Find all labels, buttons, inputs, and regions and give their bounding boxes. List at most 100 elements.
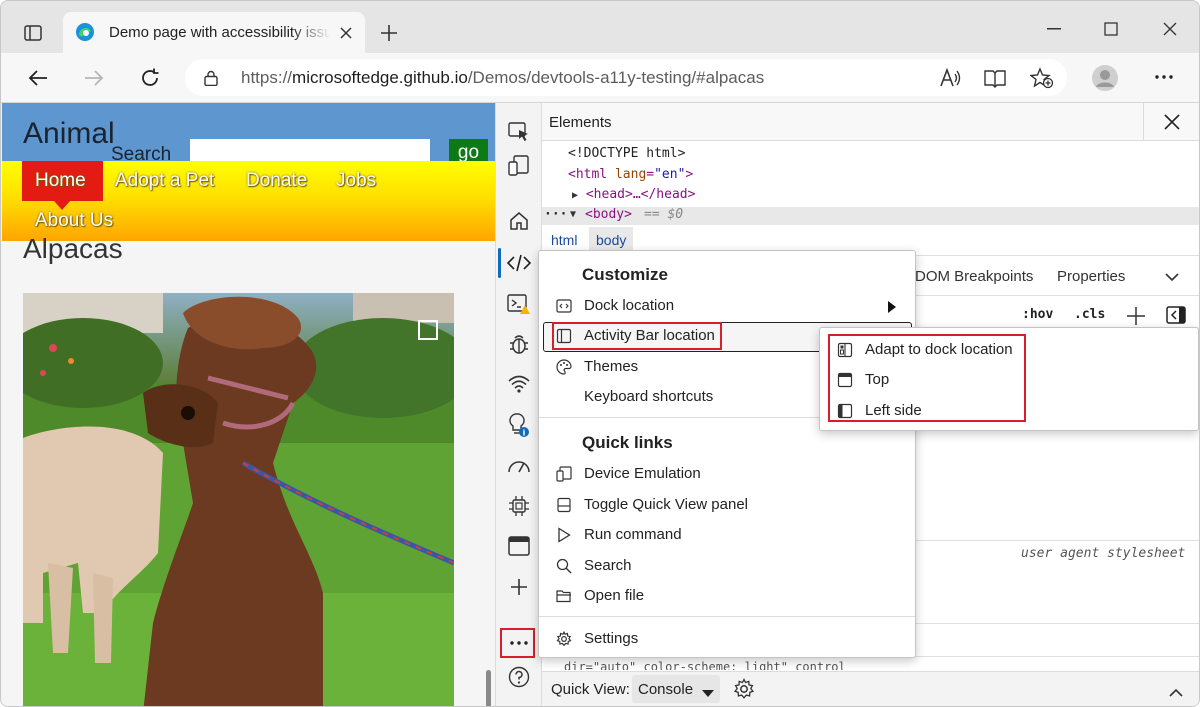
maximize-icon[interactable] [1097, 15, 1125, 43]
profile-avatar-icon[interactable] [1089, 62, 1121, 94]
menu-item-open-file[interactable]: Open file [539, 582, 915, 610]
search-input[interactable] [190, 139, 430, 161]
themes-palette-icon [556, 359, 572, 375]
nav-adopt-a-pet[interactable]: Adopt a Pet [115, 170, 214, 192]
quick-view-label: Quick View: [551, 681, 630, 698]
back-icon[interactable] [23, 63, 53, 93]
menu-item-label: Settings [584, 630, 639, 647]
application-window-icon[interactable] [504, 531, 534, 561]
browser-window: Demo page with accessibility issues http… [0, 0, 1200, 707]
more-button-highlight [500, 628, 535, 658]
truncated-style-line: dir="auto" color-scheme: light" control [564, 660, 846, 670]
chevron-up-icon[interactable] [1169, 684, 1185, 697]
dom-html[interactable]: <html lang="en"> [568, 167, 693, 182]
dom-doctype[interactable]: <!DOCTYPE html> [568, 146, 685, 161]
browser-tab[interactable]: Demo page with accessibility issues [63, 12, 365, 53]
quick-view-dropdown[interactable]: Console [632, 675, 720, 703]
forward-icon[interactable] [79, 63, 109, 93]
dropdown-arrow-icon [702, 685, 714, 701]
toggle-computed-sidebar-icon[interactable] [1166, 306, 1188, 326]
minimize-icon[interactable] [1040, 15, 1068, 43]
page-heading: Alpacas [23, 233, 123, 264]
url-text: https://microsoftedge.github.io/Demos/de… [241, 68, 765, 87]
hov-button[interactable]: :hov [1022, 307, 1053, 322]
menu-item-dock-location[interactable]: Dock location [539, 292, 915, 320]
edge-logo-icon [75, 22, 95, 42]
settings-and-more-icon[interactable] [1149, 62, 1179, 92]
network-tool-icon[interactable] [504, 369, 534, 399]
tab-properties[interactable]: Properties [1057, 268, 1125, 285]
quick-view-settings-gear-icon[interactable] [733, 678, 755, 700]
customize-menu: Customize Dock location Activity Bar loc… [538, 250, 916, 658]
console-tool-icon[interactable] [504, 289, 534, 319]
device-emulation-icon [556, 466, 572, 482]
menu-item-label: Dock location [584, 297, 675, 314]
svg-text:i: i [523, 429, 526, 438]
menu-item-toggle-quick-view[interactable]: Toggle Quick View panel [539, 491, 915, 519]
alpaca-photo [23, 293, 454, 706]
immersive-reader-icon[interactable] [982, 65, 1008, 91]
welcome-home-icon[interactable] [504, 206, 534, 236]
site-title: Animal [23, 117, 115, 150]
quick-view-value: Console [638, 681, 694, 698]
collapse-triangle-icon[interactable]: ▼ [570, 209, 576, 220]
activity-selected-indicator [498, 248, 501, 278]
menu-item-label: Search [584, 557, 632, 574]
lock-icon[interactable] [201, 68, 221, 88]
navigation-bar: https://microsoftedge.github.io/Demos/de… [1, 53, 1199, 103]
elements-tool-icon[interactable] [504, 248, 534, 278]
sources-bug-icon[interactable] [504, 329, 534, 359]
page-scrollbar-thumb[interactable] [486, 670, 491, 706]
help-icon[interactable] [504, 662, 534, 692]
menu-item-label: Toggle Quick View panel [584, 496, 748, 513]
devtools-header: Elements [542, 103, 1199, 141]
performance-tool-icon[interactable] [504, 451, 534, 481]
menu-item-label: Themes [584, 358, 639, 375]
add-favorite-icon[interactable] [1029, 65, 1055, 91]
expand-triangle-icon[interactable]: ▶ [572, 190, 578, 201]
chevron-down-icon[interactable] [1165, 269, 1181, 285]
quick-view-bar: Quick View: Console [542, 671, 1199, 706]
address-bar[interactable]: https://microsoftedge.github.io/Demos/de… [185, 59, 1067, 96]
issues-lightbulb-icon[interactable]: i [504, 410, 534, 440]
menu-item-settings[interactable]: Settings [539, 625, 915, 653]
tab-dom-breakpoints[interactable]: DOM Breakpoints [915, 268, 1033, 285]
panel-title: Elements [549, 114, 612, 131]
nav-home[interactable]: Home [35, 170, 86, 192]
read-aloud-icon[interactable] [937, 65, 963, 91]
close-window-icon[interactable] [1156, 15, 1184, 43]
dock-location-icon [556, 298, 572, 314]
menu-item-run-command[interactable]: Run command [539, 521, 915, 549]
refresh-icon[interactable] [135, 63, 165, 93]
dom-body-selected[interactable]: ··· ▼ <body> == $0 [542, 207, 1199, 225]
more-tools-plus-icon[interactable] [504, 572, 534, 602]
close-devtools-icon[interactable] [1143, 103, 1199, 141]
cls-button[interactable]: .cls [1074, 307, 1105, 322]
nav-jobs[interactable]: Jobs [336, 170, 376, 192]
site-header: Animal Search go [2, 103, 495, 165]
customize-heading: Customize [582, 265, 668, 284]
submenu-arrow-icon [888, 300, 896, 316]
nav-donate[interactable]: Donate [246, 170, 307, 192]
new-style-rule-icon[interactable] [1126, 306, 1146, 326]
go-button[interactable]: go [449, 139, 488, 163]
tab-actions-icon[interactable] [19, 19, 47, 47]
device-emulation-icon[interactable] [504, 151, 534, 181]
dom-ellipsis[interactable]: ··· [544, 207, 567, 222]
inspect-tool-icon[interactable] [504, 117, 534, 147]
dom-body-note: == $0 [644, 207, 684, 222]
new-tab-icon[interactable] [375, 19, 403, 47]
close-tab-icon[interactable] [335, 22, 357, 44]
activity-bar-location-highlight [552, 322, 722, 350]
menu-item-label: Device Emulation [584, 465, 701, 482]
nav-about-us[interactable]: About Us [35, 210, 113, 232]
site-nav: Home Adopt a Pet Donate Jobs About Us [2, 161, 495, 241]
memory-chip-icon[interactable] [504, 491, 534, 521]
title-bar: Demo page with accessibility issues [1, 1, 1199, 53]
folder-icon [556, 588, 572, 604]
menu-item-label: Open file [584, 587, 645, 604]
dom-head[interactable]: ▶ <head>…</head> [572, 187, 695, 202]
menu-item-device-emulation[interactable]: Device Emulation [539, 460, 915, 488]
menu-item-search[interactable]: Search [539, 552, 915, 580]
submenu-options-highlight [828, 334, 1026, 422]
